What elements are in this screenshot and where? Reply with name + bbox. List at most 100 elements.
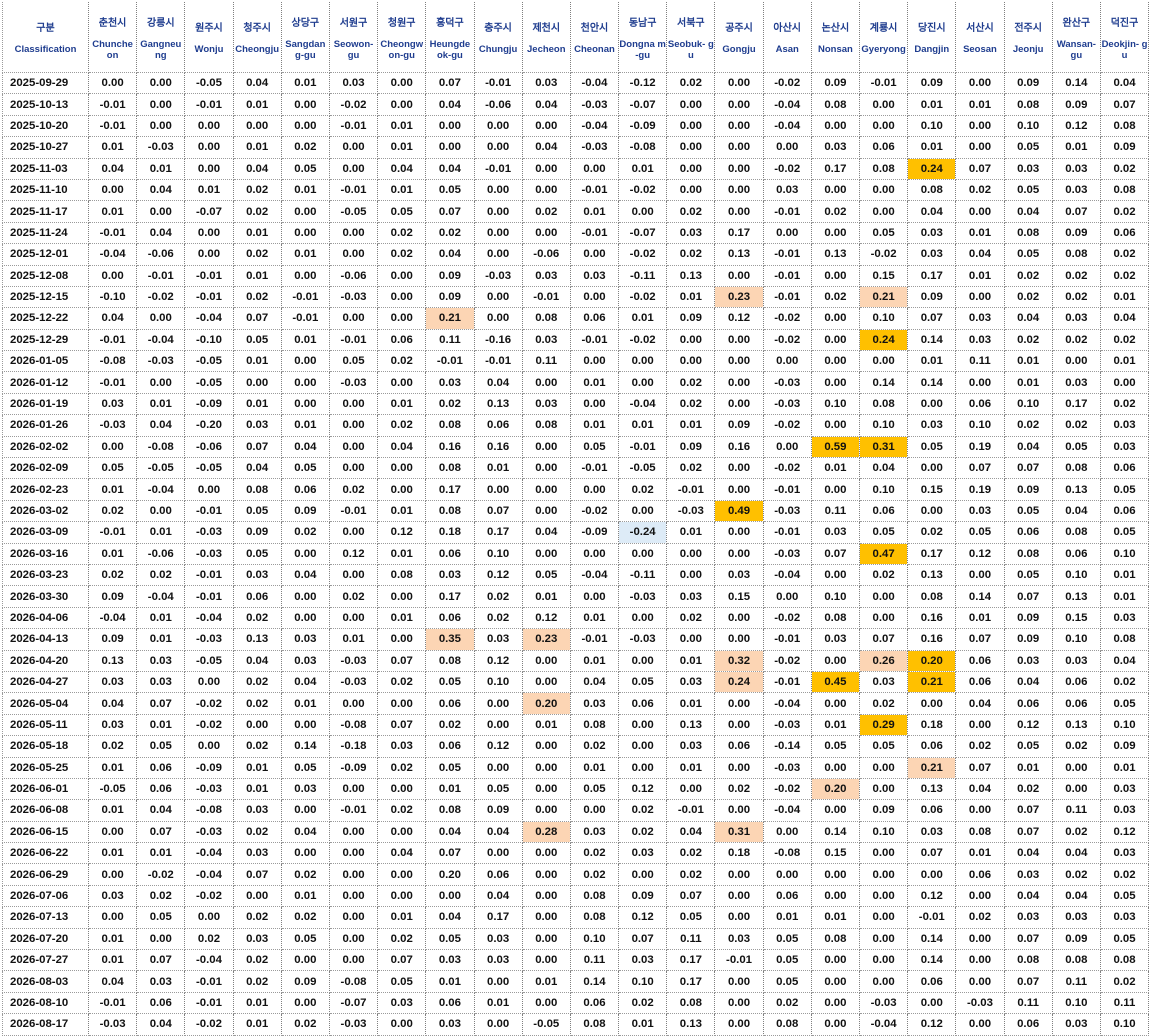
- table-cell: -0.08: [88, 350, 138, 373]
- table-cell: 0.07: [425, 72, 475, 95]
- table-cell: 0.05: [859, 521, 909, 544]
- table-cell: 0.01: [281, 414, 330, 437]
- table-cell: 0.04: [281, 671, 330, 694]
- table-row: 2026-04-20 0.13 0.03 -0.05 0.04 0.03 -0.03 0.07…: [2, 650, 1150, 672]
- table-cell: 0.00: [136, 115, 186, 138]
- table-cell: 0.00: [377, 265, 427, 287]
- table-cell: 0.32: [714, 650, 764, 672]
- table-cell: 0.03: [136, 671, 186, 694]
- row-date: 2026-07-13: [2, 906, 89, 929]
- row-date: 2026-03-02: [2, 500, 89, 523]
- table-cell: 0.01: [1100, 350, 1150, 373]
- table-cell: 0.02: [955, 906, 1005, 929]
- row-date: 2026-05-11: [2, 714, 89, 737]
- table-cell: -0.01: [329, 179, 379, 202]
- table-cell: 0.09: [666, 436, 716, 459]
- table-cell: 0.00: [281, 350, 330, 373]
- table-cell: -0.07: [184, 200, 234, 223]
- table-cell: 0.03: [1004, 158, 1053, 180]
- table-cell: 0.05: [1004, 564, 1053, 587]
- table-cell: 0.00: [329, 842, 379, 865]
- row-date: 2026-08-03: [2, 970, 89, 993]
- table-cell: 0.06: [233, 585, 282, 608]
- table-row: 2025-11-10 0.00 0.04 0.01 0.02 0.01 -0.01 0.01 0…: [2, 179, 1150, 202]
- table-cell: 0.09: [425, 286, 475, 309]
- table-cell: 0.02: [666, 72, 716, 95]
- table-cell: -0.02: [763, 607, 812, 630]
- table-cell: 0.05: [666, 906, 716, 929]
- table-cell: 0.00: [811, 414, 861, 437]
- table-cell: -0.08: [329, 970, 379, 993]
- table-cell: -0.11: [618, 564, 668, 587]
- table-row: 2026-03-30 0.09 -0.04 -0.01 0.06 0.00 0.02 0.00…: [2, 585, 1150, 608]
- table-cell: 0.00: [570, 243, 620, 266]
- table-cell: 0.03: [233, 799, 282, 822]
- table-cell: 0.13: [666, 714, 716, 737]
- table-cell: -0.02: [763, 778, 812, 801]
- table-cell: 0.01: [88, 543, 138, 565]
- table-cell: -0.03: [88, 1013, 138, 1036]
- table-cell: 0.06: [859, 136, 909, 159]
- table-cell: -0.01: [281, 286, 330, 309]
- table-cell: 0.00: [377, 885, 427, 908]
- table-cell: 0.03: [1100, 436, 1150, 459]
- table-cell: 0.20: [811, 778, 861, 801]
- table-cell: 0.01: [136, 521, 186, 544]
- table-cell: 0.01: [1100, 585, 1150, 608]
- table-cell: 0.03: [1004, 863, 1053, 886]
- table-cell: 0.00: [474, 307, 523, 330]
- table-cell: 0.13: [907, 564, 957, 587]
- table-cell: -0.02: [184, 692, 234, 715]
- table-cell: 0.04: [1100, 650, 1150, 672]
- row-date: 2026-06-08: [2, 799, 89, 822]
- table-cell: 0.13: [907, 778, 957, 801]
- table-cell: 0.04: [1004, 436, 1053, 459]
- table-cell: 0.14: [907, 949, 957, 972]
- table-cell: 0.02: [859, 564, 909, 587]
- table-cell: 0.04: [474, 885, 523, 908]
- table-cell: 0.12: [618, 778, 668, 801]
- table-cell: 0.17: [714, 222, 764, 245]
- table-cell: 0.00: [714, 200, 764, 223]
- table-cell: -0.02: [763, 457, 812, 480]
- column-header: 덕진구 Deokjin- gu: [1100, 2, 1150, 73]
- table-cell: 0.02: [1100, 265, 1150, 287]
- table-cell: 0.00: [329, 863, 379, 886]
- table-cell: -0.04: [136, 585, 186, 608]
- table-cell: -0.01: [88, 992, 138, 1015]
- table-cell: 0.03: [1004, 650, 1053, 672]
- table-cell: 0.07: [1004, 585, 1053, 608]
- table-cell: 0.00: [618, 863, 668, 886]
- table-cell: 0.00: [570, 158, 620, 180]
- table-cell: 0.14: [907, 928, 957, 951]
- column-header: 청주시 Cheongju: [233, 2, 282, 73]
- column-header-ko: 전주시: [1014, 23, 1042, 34]
- table-cell: 0.00: [474, 115, 523, 138]
- table-cell: 0.02: [1004, 329, 1053, 352]
- table-cell: 0.05: [281, 158, 330, 180]
- table-cell: 0.02: [377, 222, 427, 245]
- column-header-ko: 서산시: [966, 23, 994, 34]
- table-cell: -0.01: [136, 265, 186, 287]
- table-cell: 0.06: [136, 757, 186, 779]
- table-cell: -0.06: [136, 243, 186, 266]
- table-cell: 0.13: [233, 628, 282, 651]
- table-cell: 0.01: [907, 136, 957, 159]
- table-cell: 0.04: [136, 222, 186, 245]
- table-cell: 0.04: [522, 93, 571, 116]
- table-cell: 0.07: [1004, 970, 1053, 993]
- table-cell: 0.08: [425, 500, 475, 523]
- table-cell: -0.04: [763, 93, 812, 116]
- table-cell: 0.05: [233, 329, 282, 352]
- table-cell: 0.04: [955, 692, 1005, 715]
- table-cell: 0.59: [811, 436, 861, 459]
- table-cell: 0.02: [233, 243, 282, 266]
- table-cell: 0.10: [1052, 628, 1101, 651]
- table-cell: -0.12: [618, 72, 668, 95]
- table-cell: 0.06: [425, 607, 475, 630]
- column-header-ko: 제천시: [532, 23, 561, 34]
- row-date: 2026-07-06: [2, 885, 89, 908]
- table-cell: -0.04: [184, 842, 234, 865]
- table-cell: 0.01: [474, 992, 523, 1015]
- table-cell: -0.02: [763, 72, 812, 95]
